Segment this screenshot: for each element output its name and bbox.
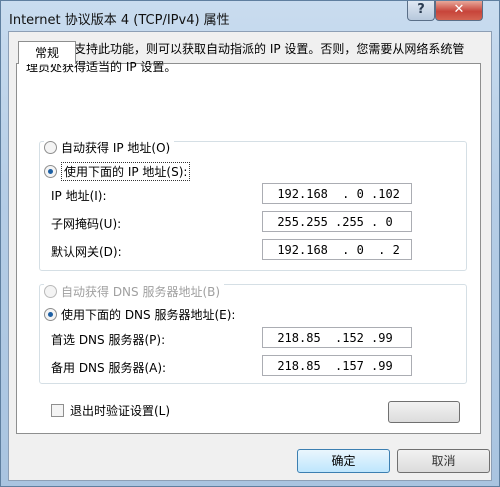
description-text: 如果网络支持此功能，则可以获取自动指派的 IP 设置。否则，您需要从网络系统管理… <box>26 42 465 74</box>
advanced-button[interactable] <box>388 401 460 423</box>
mask-octet-1: 255 <box>277 214 299 229</box>
title-bar[interactable]: Internet 协议版本 4 (TCP/IPv4) 属性 ? ✕ <box>1 1 499 33</box>
window-title: Internet 协议版本 4 (TCP/IPv4) 属性 <box>9 13 230 28</box>
pdns-octet-4: .99 <box>371 330 393 345</box>
ip-octet-2: .168 <box>299 186 328 201</box>
preferred-dns-label: 首选 DNS 服务器(P): <box>51 333 166 347</box>
gw-octet-3: . 0 <box>342 242 364 257</box>
gw-octet-4: . 2 <box>378 242 400 257</box>
mask-octet-3: .255 <box>335 214 364 229</box>
tab-general[interactable]: 常规 <box>18 41 76 64</box>
help-button[interactable]: ? <box>407 1 435 21</box>
ip-octet-1: 192 <box>277 186 299 201</box>
cancel-button[interactable]: 取消 <box>397 449 490 473</box>
adns-octet-2: .85 <box>299 358 321 373</box>
validate-on-exit-option[interactable]: 退出时验证设置(L) <box>51 402 170 419</box>
auto-ip-option[interactable]: 自动获得 IP 地址(O) <box>44 138 175 156</box>
alternate-dns-input[interactable]: 218 .85 .157 .99 <box>262 355 412 376</box>
ip-octet-3: . 0 <box>342 186 364 201</box>
validate-on-exit-label: 退出时验证设置(L) <box>70 404 171 418</box>
close-button[interactable]: ✕ <box>435 1 483 21</box>
mask-octet-2: .255 <box>299 214 328 229</box>
manual-ip-label: 使用下面的 IP 地址(S): <box>61 161 191 181</box>
auto-dns-option[interactable]: 自动获得 DNS 服务器地址(B) <box>44 282 225 300</box>
ok-button[interactable]: 确定 <box>297 449 390 473</box>
manual-dns-label: 使用下面的 DNS 服务器地址(E): <box>61 307 236 322</box>
pdns-octet-1: 218 <box>277 330 299 345</box>
subnet-mask-input[interactable]: 255 .255 .255 . 0 <box>262 211 412 232</box>
default-gateway-input[interactable]: 192 .168 . 0 . 2 <box>262 239 412 260</box>
pdns-octet-3: .152 <box>335 330 364 345</box>
mask-octet-4: . 0 <box>371 214 393 229</box>
manual-dns-radio[interactable] <box>44 307 57 321</box>
pdns-octet-2: .85 <box>299 330 321 345</box>
adns-octet-1: 218 <box>277 358 299 373</box>
manual-ip-option[interactable]: 使用下面的 IP 地址(S): <box>44 161 195 181</box>
alternate-dns-label: 备用 DNS 服务器(A): <box>51 361 167 375</box>
gw-octet-2: .168 <box>299 242 328 257</box>
manual-ip-radio[interactable] <box>44 164 57 178</box>
adns-octet-4: .99 <box>371 358 393 373</box>
auto-ip-label: 自动获得 IP 地址(O) <box>61 140 171 155</box>
gw-octet-1: 192 <box>277 242 299 257</box>
subnet-mask-label: 子网掩码(U): <box>51 217 122 231</box>
preferred-dns-input[interactable]: 218 .85 .152 .99 <box>262 327 412 348</box>
dialog-window: Internet 协议版本 4 (TCP/IPv4) 属性 ? ✕ 常规 如果网… <box>0 0 500 487</box>
auto-dns-radio[interactable] <box>44 284 57 298</box>
default-gateway-label: 默认网关(D): <box>51 245 122 259</box>
auto-ip-radio[interactable] <box>44 140 57 154</box>
adns-octet-3: .157 <box>335 358 364 373</box>
validate-on-exit-checkbox[interactable] <box>51 404 64 417</box>
auto-dns-label: 自动获得 DNS 服务器地址(B) <box>61 284 221 299</box>
ip-octet-4: .102 <box>371 186 400 201</box>
manual-dns-option[interactable]: 使用下面的 DNS 服务器地址(E): <box>44 305 240 323</box>
ip-address-label: IP 地址(I): <box>51 189 107 203</box>
ip-address-input[interactable]: 192 .168 . 0 .102 <box>262 183 412 204</box>
